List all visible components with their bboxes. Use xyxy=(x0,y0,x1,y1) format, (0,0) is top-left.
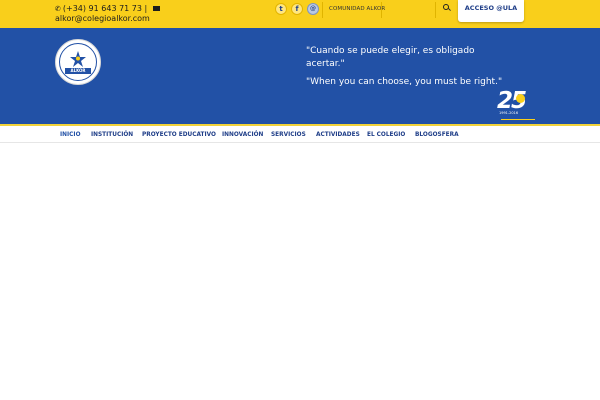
comunidad-icon[interactable]: @ xyxy=(307,3,319,15)
signature-line xyxy=(501,116,535,120)
acceso-aula-button[interactable]: ACCESO @ULA xyxy=(458,0,524,22)
contact-info: ✆ (+34) 91 643 71 73 | alkor@colegioalkor… xyxy=(55,4,162,24)
main-navigation: Inicio Institución Proyecto educativo In… xyxy=(0,124,600,143)
site-header: ALKOR "Cuando se puede elegir, es obliga… xyxy=(0,28,600,124)
sun-icon xyxy=(516,94,525,103)
facebook-icon[interactable]: f xyxy=(291,3,303,15)
twitter-icon[interactable]: t xyxy=(275,3,287,15)
star-mark-icon xyxy=(70,51,86,67)
school-logo[interactable]: ALKOR xyxy=(55,39,101,85)
envelope-icon xyxy=(152,6,160,11)
quote-spanish: "Cuando se puede elegir, es obligado ace… xyxy=(306,46,475,69)
divider xyxy=(381,2,382,18)
nav-item-actividades[interactable]: Actividades xyxy=(316,132,360,138)
page-content-area xyxy=(0,143,600,400)
divider xyxy=(322,2,323,18)
nav-item-proyecto-educativo[interactable]: Proyecto educativo xyxy=(142,132,216,138)
top-bar: ✆ (+34) 91 643 71 73 | alkor@colegioalkor… xyxy=(0,0,600,28)
anniversary-badge: 25 1991-2016 xyxy=(497,88,539,122)
search-icon[interactable] xyxy=(443,4,449,10)
nav-item-servicios[interactable]: Servicios xyxy=(271,132,306,138)
logo-name: ALKOR xyxy=(65,68,91,74)
phone-number[interactable]: (+34) 91 643 71 73 | xyxy=(63,4,147,13)
nav-item-inicio[interactable]: Inicio xyxy=(60,132,81,138)
email-address[interactable]: alkor@colegioalkor.com xyxy=(55,14,162,24)
nav-item-el-colegio[interactable]: El colegio xyxy=(367,132,405,138)
nav-item-innovacion[interactable]: Innovación xyxy=(222,132,263,138)
nav-item-institucion[interactable]: Institución xyxy=(91,132,133,138)
nav-item-blogosfera[interactable]: Blogosfera xyxy=(415,132,459,138)
contact-row: ✆ (+34) 91 643 71 73 | xyxy=(55,4,162,14)
divider xyxy=(435,2,436,18)
quote-english: "When you can choose, you must be right.… xyxy=(306,77,503,87)
phone-icon: ✆ xyxy=(55,5,61,13)
comunidad-alkor-link[interactable]: COMUNIDAD ALKOR xyxy=(329,6,385,12)
